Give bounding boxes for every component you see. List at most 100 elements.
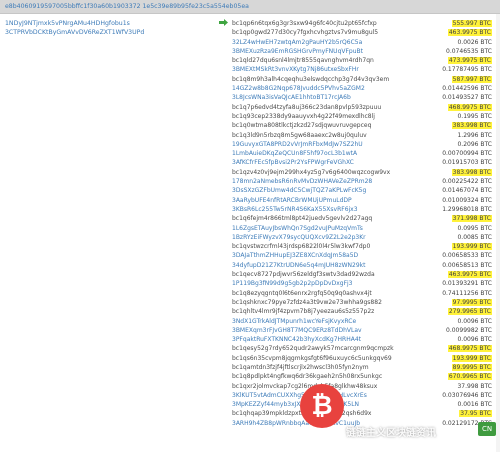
output-address[interactable]: 1LmbAuieDKqZeQCUn8F5hf97ocL3b1wtA: [232, 149, 357, 158]
tx-hash-link[interactable]: e8b4060919597005bbffc1f30a60b1903372 1e5…: [5, 3, 249, 10]
output-row: bc1qhltv4lmr9jf4zpvm7b8j7yeezau6s5z557p2…: [232, 307, 500, 316]
output-amount: 0.0099982 BTC: [446, 326, 492, 335]
tx-hash-bar: e8b4060919597005bbffc1f30a60b1903372 1e5…: [0, 0, 500, 14]
output-address[interactable]: bc1qvstwzcrfml43jrdsp6822l0l4r5lw3kwf7dp…: [232, 242, 370, 251]
output-address[interactable]: 3AfKCfrFEc5fpBvsi2Pr2YsFPWgrFeVGhXC: [232, 158, 354, 167]
output-amount: 89.9995 BTC: [451, 363, 492, 372]
output-amount: 0.01493527 BTC: [442, 93, 492, 102]
output-address[interactable]: 3L8JcsWNa3isVaQJcAE1hhtoBT17rcJA6b: [232, 93, 351, 102]
output-amount-value: 0.00225422 BTC: [442, 178, 492, 186]
output-address[interactable]: 178mn2aNmebsR6nRvMvDzWHAVeZeZPRm28: [232, 177, 372, 186]
output-amount-value: 37.95 BTC: [459, 410, 492, 418]
output-address[interactable]: 3BMEXqm3rFJvGH8T7MQC9ERz8TdDhVLav: [232, 326, 362, 335]
output-address[interactable]: bc1qecv8727pdjwvr56zeldgf3swtv3dad92wzda: [232, 270, 375, 279]
bitcoin-icon: ₿: [311, 391, 333, 421]
output-amount-value: 0.0026 BTC: [457, 38, 492, 46]
output-row: bc1q8m9h3alh4cqeqhu3elswdqcchp3g7d4v3qv3…: [232, 75, 500, 84]
output-row: bc1qld27dqu6snl4lmjtr8555qavnghvm4rdh7qn…: [232, 56, 500, 65]
input-address[interactable]: 3CTPRVbDCKtByGmAVvDV6ReZXT1WfV3UPd: [5, 28, 215, 37]
output-address[interactable]: bc1qzv4z0vj9ejm299hx4yz5g7v6g6400wqzcogw…: [232, 168, 390, 177]
bitcoin-logo: ₿: [300, 384, 344, 428]
vertical-scrollbar[interactable]: [496, 14, 500, 452]
output-address[interactable]: bc1qamtdn3fzjf4jftlscrjlx2hwscl3h05fyn2n…: [232, 363, 369, 372]
output-amount-value: 0.00658513 BTC: [442, 261, 492, 269]
output-amount: 463.9975 BTC: [447, 28, 492, 37]
output-address[interactable]: 3BMEXtMSkRt3vnvXKytg7Nj86utxeSbxFHr: [232, 65, 359, 74]
arrow-right-icon: [219, 19, 228, 26]
output-address[interactable]: 3NdX1GTrkAldJTMpunrh1wcYeFsjKvyxRCe: [232, 317, 356, 326]
output-amount-value: 468.9975 BTC: [447, 345, 492, 353]
output-amount-value: 463.9975 BTC: [447, 29, 492, 37]
output-address[interactable]: bc1q93cep2338dy9aauyvxh4g22f49mexdlhc8lj: [232, 112, 375, 121]
output-address[interactable]: 1L6ZgsETAuyJbsWhQn7Sgd2vuJPuMzqVmTs: [232, 224, 363, 233]
output-amount-value: 0.0746535 BTC: [446, 47, 492, 55]
output-address[interactable]: bc1qs6n35cvpm8jqgmkgsfgt6f96uxuyc6c5unkg…: [232, 354, 392, 363]
output-address[interactable]: 19GuvyxGTA8PRD2vVrJmRFbxMdJw7SZ2hU: [232, 140, 363, 149]
output-row: bc1qp6n6tqx6g3gr3sxw94g6fc40cjtu2pt65fcf…: [232, 19, 500, 28]
output-address[interactable]: bc1qp6n6tqx6g3gr3sxw94g6fc40cjtu2pt65fcf…: [232, 19, 377, 28]
output-address[interactable]: 3PFqaktRuFXTKNNC42b3hyXcdKg7HRHA4t: [232, 335, 361, 344]
output-row: 3DAJaTthmZHHupEJ3ZE8XCnXdqJm58a5D 0.00658…: [232, 251, 500, 260]
output-row: bc1q7p6edvd4tzyfa8uj366c23dan8pvlp593zpu…: [232, 103, 500, 112]
output-amount-value: 383.998 BTC: [451, 122, 492, 130]
input-address[interactable]: 1NDyJ9NTjmxk5vPNrgAMu4HDHgfobu1s: [5, 19, 215, 28]
output-amount: 0.01393291 BTC: [442, 279, 492, 288]
output-address[interactable]: 34dyfupD21Z7KtrUDN6e5q4mJUH8zWN29kt: [232, 261, 365, 270]
output-row: 3PFqaktRuFXTKNNC42b3hyXcdKg7HRHA4t 0.0096…: [232, 335, 500, 344]
output-address[interactable]: 1P119Bg3fN99d9g5gb2p2pDpDvDxgFj3: [232, 279, 353, 288]
output-address[interactable]: bc1qshknxc79pye7zfdz4a3t9vw2e73whha9gs88…: [232, 298, 382, 307]
output-address[interactable]: bc1q8m9h3alh4cqeqhu3elswdqcchp3g7d4v3qv3…: [232, 75, 389, 84]
output-amount: 0.0016 BTC: [457, 400, 492, 409]
output-amount: 0.74111256 BTC: [442, 289, 492, 298]
output-address[interactable]: bc1q8ezyqgntq0l6t6enrx2rgfq50q9q0ashvx4j…: [232, 289, 372, 298]
output-row: bc1q0wtma808tlkctjzkzd27sdjqwuvruvgepceq…: [232, 121, 500, 130]
output-address[interactable]: bc1q8pdlpkt4ngfkwq6dr36kgaeh2n5h08rx5unk…: [232, 372, 382, 381]
output-amount-value: 0.1995 BTC: [457, 112, 492, 120]
output-amount: 1.29968018 BTC: [442, 205, 492, 214]
output-row: bc1qp0gwd277d30cy7fgxhcvhgztvs7v9mu8gul5…: [232, 28, 500, 37]
output-amount-value: 193.999 BTC: [451, 354, 492, 362]
output-row: 1BzRYzEiFWyzvX79sycQUQXcv9Z2L2e2p3Kr 0.00…: [232, 233, 500, 242]
output-row: bc1q8ezyqgntq0l6t6enrx2rgfq50q9q0ashvx4j…: [232, 289, 500, 298]
output-row: bc1qamtdn3fzjf4jftlscrjlx2hwscl3h05fyn2n…: [232, 363, 500, 372]
output-amount-value: 468.9975 BTC: [447, 103, 492, 111]
output-amount-value: 0.01393291 BTC: [442, 280, 492, 288]
output-address[interactable]: 32LZ4wHwEH7zwtqAm2gPauHY2b5rQ6C5a: [232, 38, 362, 47]
output-amount-value: 193.999 BTC: [451, 243, 492, 251]
output-address[interactable]: 14GZ2w8b8G2Nqp678Jvuddc5PVhv5aZGM2: [232, 84, 365, 93]
tx-inputs: 1NDyJ9NTjmxk5vPNrgAMu4HDHgfobu1s 3CTPRVb…: [5, 19, 215, 37]
output-address[interactable]: 3BMEXuzRza9EmRGSHGrvPmyFNUqVFpuBt: [232, 47, 363, 56]
output-amount: 473.9975 BTC: [447, 56, 492, 65]
output-amount: 0.2096 BTC: [457, 140, 492, 149]
output-address[interactable]: 3AaRybUFE4nfRtARCBrWMUjUPmuLdDP: [232, 196, 352, 205]
output-row: 3BMEXqm3rFJvGH8T7MQC9ERz8TdDhVLav 0.00999…: [232, 326, 500, 335]
output-row: bc1qhqap39mpkldzpxtldf3ggxgz9d32qsh6d9x3…: [232, 409, 500, 418]
output-address[interactable]: bc1qp0gwd277d30cy7fgxhcvhgztvs7v9mu8gul5: [232, 28, 378, 37]
output-amount: 37.95 BTC: [459, 409, 492, 418]
output-row: 3KBsR6Lc255Tw5rNR4S6KaX55XsvRF6jx3 1.2996…: [232, 205, 500, 214]
output-row: bc1qs6n35cvpm8jqgmkgsfgt6f96uxuyc6c5unkg…: [232, 354, 500, 363]
output-amount-value: 371.998 BTC: [451, 215, 492, 223]
output-row: 3KlKUT5vtAdmCUXXhg5MtgNm9XRHLvcXrEs 0.030…: [232, 391, 500, 400]
output-address[interactable]: 3DsSXzGZFbUmw4dC5CwjTQZ7aKPLwFcK5g: [232, 186, 366, 195]
output-address[interactable]: bc1q6fejm4r866tml8pt42juedv5gevlv2d27agq: [232, 214, 372, 223]
output-address[interactable]: bc1q0wtma808tlkctjzkzd27sdjqwuvruvgepceq: [232, 121, 371, 130]
output-amount-value: 0.01442596 BTC: [442, 85, 492, 93]
output-address[interactable]: bc1q3ld9n5rbzq8m5gw68aaexc2w8uj0quluv: [232, 131, 367, 140]
output-row: 3MpKEZZyf44myb3xJXM9jfvFvvDzhNK5LN 0.0016…: [232, 400, 500, 409]
output-amount: 0.01009324 BTC: [442, 196, 492, 205]
output-address[interactable]: bc1qld27dqu6snl4lmjtr8555qavnghvm4rdh7qn: [232, 56, 374, 65]
output-address[interactable]: 3KBsR6Lc255Tw5rNR4S6KaX55XsvRF6jx3: [232, 205, 358, 214]
output-amount-value: 0.2096 BTC: [457, 140, 492, 148]
output-address[interactable]: bc1q7p6edvd4tzyfa8uj366c23dan8pvlp593zpu…: [232, 103, 381, 112]
output-address[interactable]: bc1qhltv4lmr9jf4zpvm7b8j7yeezau6s5z557p2…: [232, 307, 374, 316]
output-amount: 0.03076946 BTC: [442, 391, 492, 400]
output-amount-value: 0.74111256 BTC: [442, 289, 492, 297]
output-amount-value: 383.998 BTC: [451, 168, 492, 176]
output-amount: 0.0085 BTC: [457, 233, 492, 242]
output-address[interactable]: bc1qesy52g7rdy652qudr2awyk57mcarcgnm9qcm…: [232, 344, 394, 353]
output-address[interactable]: 1BzRYzEiFWyzvX79sycQUQXcv9Z2L2e2p3Kr: [232, 233, 366, 242]
output-amount: 279.9965 BTC: [447, 307, 492, 316]
output-amount-value: 1.2996 BTC: [457, 131, 492, 139]
output-address[interactable]: 3DAJaTthmZHHupEJ3ZE8XCnXdqJm58a5D: [232, 251, 358, 260]
